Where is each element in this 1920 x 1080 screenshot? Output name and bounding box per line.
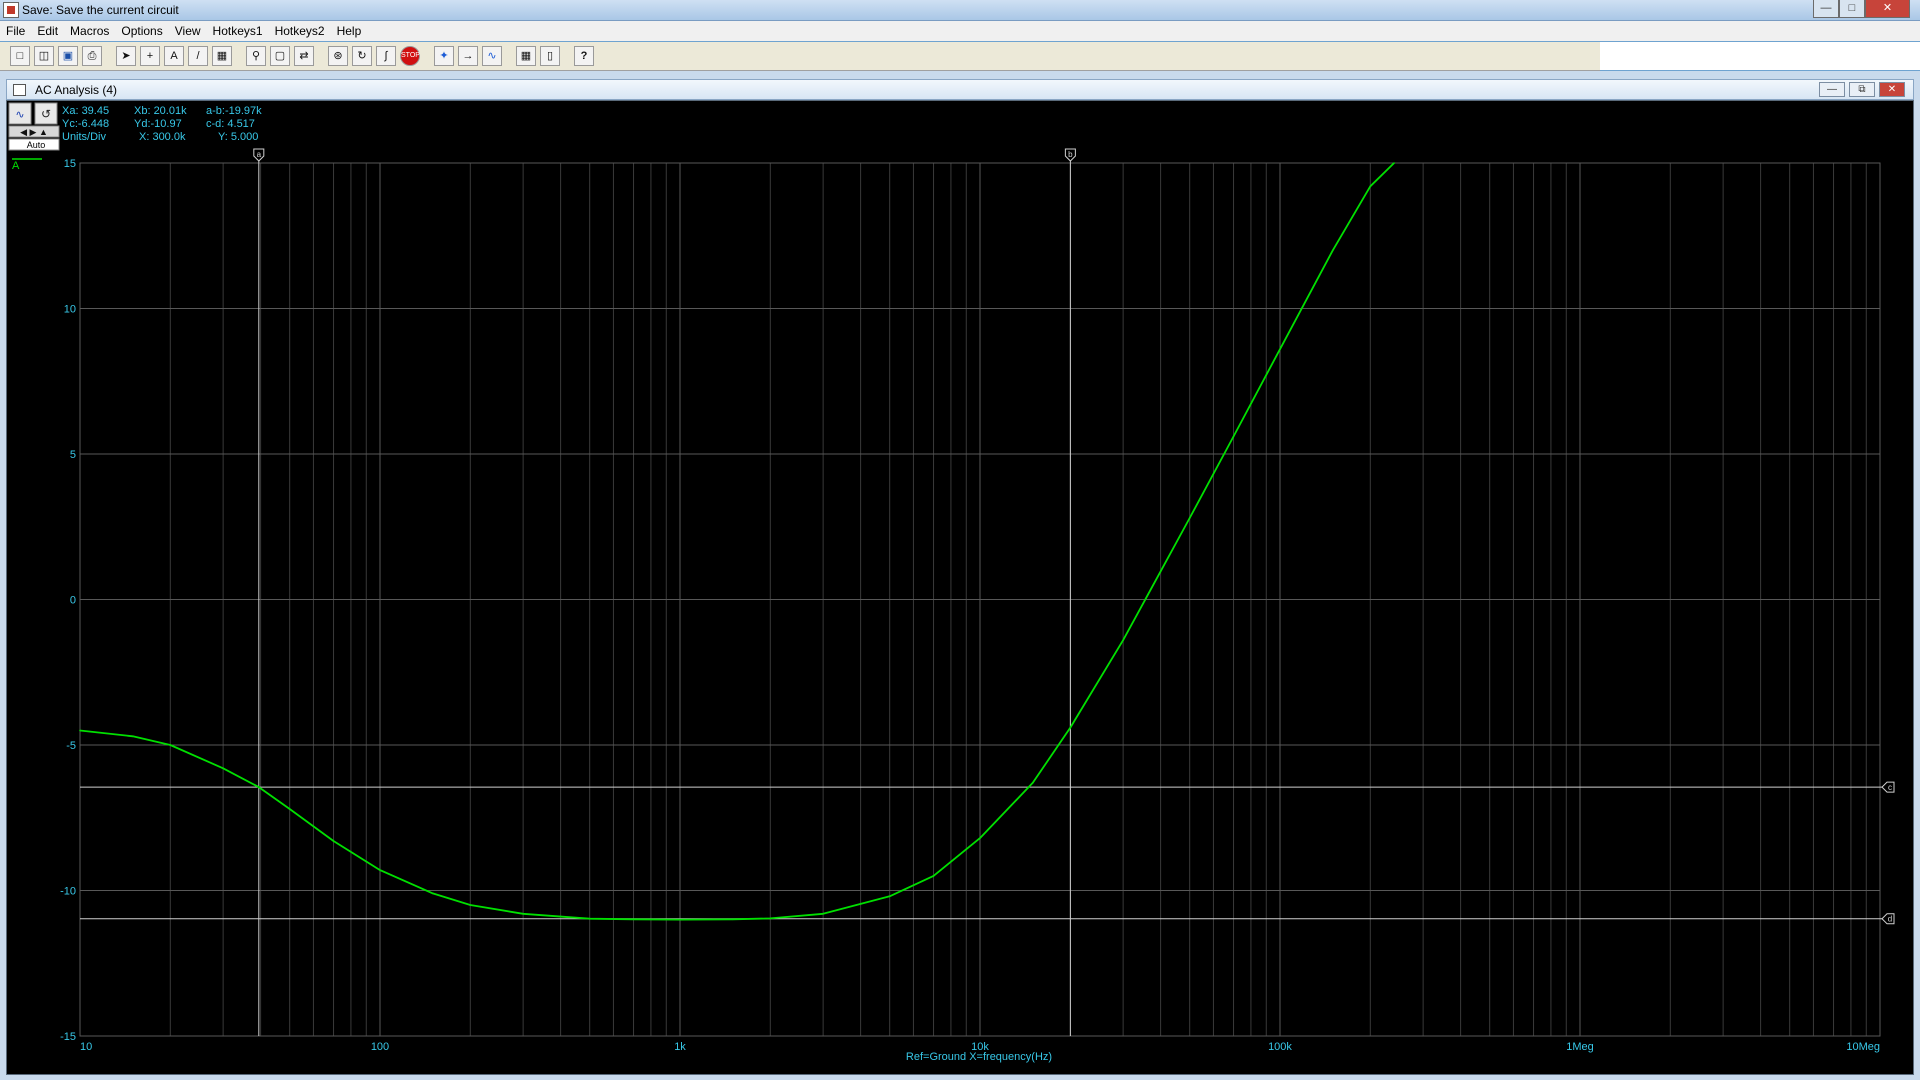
series-point xyxy=(822,912,824,915)
readout-cd: c-d: 4.517 xyxy=(206,118,255,130)
series-point xyxy=(888,895,891,898)
cursor-a-label: a xyxy=(257,150,262,159)
series-point xyxy=(258,786,260,788)
series-point xyxy=(1393,162,1395,164)
x-axis-label: Ref=Ground X=frequency(Hz) xyxy=(906,1051,1052,1063)
y-tick-label: 10 xyxy=(64,304,76,316)
y-tick-label: -5 xyxy=(66,740,76,752)
series-point xyxy=(79,729,81,732)
cursor-c-label: c xyxy=(1888,783,1892,792)
cursor-nav-arrows-icon: ◀ ▶ ▲ xyxy=(20,127,48,137)
series-point xyxy=(379,869,381,871)
x-tick-label: 100k xyxy=(1268,1041,1292,1053)
readout-y-units: Y: 5.000 xyxy=(218,131,258,143)
series-point xyxy=(1122,639,1124,642)
series-point xyxy=(1069,726,1072,729)
scale-mode-icon: ∿ xyxy=(15,109,24,121)
series-point xyxy=(1032,782,1034,784)
scale-mode-value: Auto xyxy=(27,140,46,150)
cursor-d-label: d xyxy=(1888,915,1892,924)
trace-legend-label: A xyxy=(12,160,20,172)
series-point xyxy=(469,904,472,906)
readout-yd: Yd:-10.97 xyxy=(134,118,182,130)
series-point xyxy=(588,917,591,920)
x-tick-label: 1k xyxy=(674,1041,686,1053)
chart-grid xyxy=(79,162,1881,1037)
readout-xa: Xa: 39.45 xyxy=(62,105,109,117)
chart-cursors[interactable]: a b c d xyxy=(80,148,1895,1036)
series-point xyxy=(169,744,172,746)
series-point xyxy=(132,735,134,738)
series-point xyxy=(1332,249,1334,252)
ac-analysis-chart: ∿ ↺ ◀ ▶ ▲ Auto A Xa: 39.45 Xb: 20.01k a-… xyxy=(8,102,1895,1063)
readout-yc: Yc:-6.448 xyxy=(62,118,109,130)
x-tick-label: 10Meg xyxy=(1846,1041,1880,1053)
readout-ab: a-b:-19.97k xyxy=(206,105,262,117)
readout-units-label: Units/Div xyxy=(62,131,107,143)
series-point xyxy=(432,892,434,895)
series-point xyxy=(769,917,772,920)
series-point xyxy=(522,912,524,915)
y-tick-label: -10 xyxy=(60,886,76,898)
y-tick-label: -15 xyxy=(60,1031,76,1043)
series-point xyxy=(1369,185,1372,188)
series-point xyxy=(1188,517,1191,519)
y-tick-label: 5 xyxy=(70,449,76,461)
series-point xyxy=(979,837,981,839)
series-point xyxy=(932,875,935,877)
chart-series xyxy=(79,162,1395,921)
series-point xyxy=(332,840,335,842)
reset-icon: ↺ xyxy=(41,107,51,121)
x-tick-label: 100 xyxy=(371,1041,389,1053)
series-point xyxy=(732,918,734,921)
y-tick-label: 15 xyxy=(64,158,76,170)
series-point xyxy=(222,767,224,770)
x-tick-label: 10 xyxy=(80,1041,92,1053)
x-tick-label: 1Meg xyxy=(1566,1041,1594,1053)
readout-x-units: X: 300.0k xyxy=(139,131,186,143)
series-line-A xyxy=(79,162,1395,921)
series-point xyxy=(679,918,681,921)
series-point xyxy=(1232,435,1235,438)
y-tick-label: 0 xyxy=(70,595,76,607)
series-point xyxy=(1279,348,1281,351)
series-point xyxy=(632,918,635,921)
cursor-b-label: b xyxy=(1068,150,1073,159)
series-point xyxy=(288,808,291,810)
readout-xb: Xb: 20.01k xyxy=(134,105,187,117)
